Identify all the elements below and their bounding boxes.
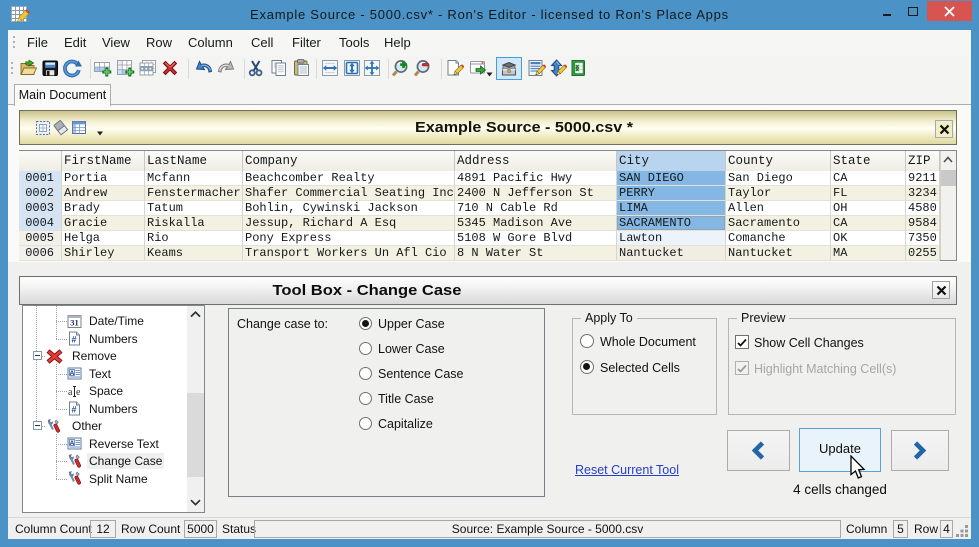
svg-text:a: a: [68, 387, 73, 398]
svg-text:#: #: [71, 405, 76, 415]
svg-text:31: 31: [70, 317, 79, 327]
svg-text:A: A: [70, 370, 75, 377]
svg-text:#: #: [71, 335, 76, 345]
svg-text:e: e: [76, 387, 81, 398]
svg-text:A: A: [70, 440, 75, 447]
